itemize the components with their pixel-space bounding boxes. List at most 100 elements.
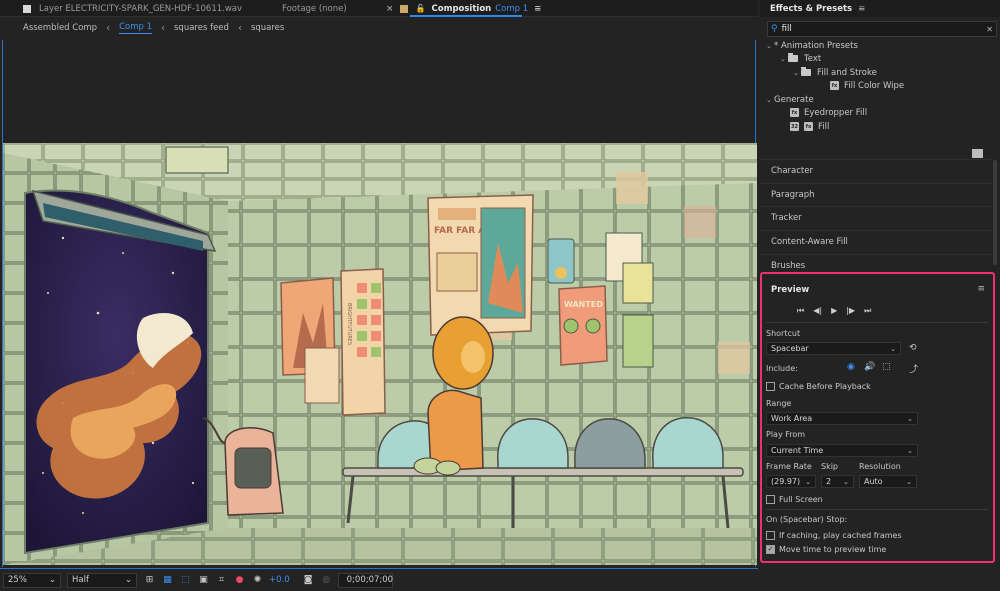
checkbox-box[interactable] [766, 381, 775, 391]
chevron-down-icon: ⌄ [805, 477, 811, 486]
show-snapshot-icon: ◍ [322, 575, 331, 585]
breadcrumb-assembled-comp[interactable]: Assembled Comp [23, 23, 97, 33]
shortcut-select[interactable]: Spacebar ⌄ [766, 342, 901, 355]
tree-item-generate[interactable]: ⌄ Generate [766, 93, 814, 106]
previous-frame-icon[interactable]: ◀| [813, 306, 822, 316]
move-time-checkbox[interactable]: ✓ Move time to preview time [766, 543, 886, 555]
if-caching-checkbox[interactable]: If caching, play cached frames [766, 529, 902, 541]
color-channels-icon[interactable]: ● [233, 574, 246, 587]
breadcrumb-squares[interactable]: squares [251, 23, 284, 33]
waiting-room-illustration: FAR FAR AWAY BRIGHTFUTURES WANTED [3, 143, 757, 565]
poster-side-tiles: BRIGHTFUTURES [340, 268, 386, 416]
next-frame-icon[interactable]: |▶ [846, 306, 855, 316]
composition-icon [399, 4, 408, 13]
transparency-grid-icon[interactable]: ▦ [161, 574, 174, 587]
composition-viewer-panel: Layer ELECTRICITY-SPARK_GEN-HDF-10611.wa… [0, 0, 758, 591]
viewer-toolbar: 25% ⌄ Half ⌄ ⊞ ▦ ⬚ ▣ ⌗ ● ✺ +0.0 ◙ ◍ 0;00… [0, 568, 758, 591]
include-video-icon[interactable]: ◉ [847, 362, 855, 372]
play-from-select[interactable]: Current Time ⌄ [766, 444, 918, 457]
chevron-down-icon: ⌄ [124, 575, 132, 585]
poster-far-far-away: FAR FAR AWAY [427, 194, 534, 336]
flyer [304, 347, 340, 404]
range-select[interactable]: Work Area ⌄ [766, 412, 918, 425]
right-panel-stack: Effects & Presets ≡ ⚲ fill ✕ ⌄ * Animati… [760, 0, 1000, 591]
composition-artwork[interactable]: FAR FAR AWAY BRIGHTFUTURES WANTED [3, 143, 757, 565]
folder-icon [788, 53, 798, 62]
camera-icon[interactable]: ◙ [302, 574, 315, 587]
panel-menu-icon[interactable]: ≡ [858, 4, 865, 14]
include-label: Include: [766, 364, 798, 373]
breadcrumb-comp-1[interactable]: Comp 1 [119, 22, 152, 34]
resolution-select[interactable]: Auto ⌄ [859, 475, 917, 488]
include-overlays-icon[interactable]: ⬚ [882, 362, 891, 372]
chevron-left-icon: ‹ [237, 22, 242, 34]
on-stop-label: On (Spacebar) Stop: [766, 515, 848, 524]
skip-select[interactable]: 2 ⌄ [821, 475, 854, 488]
panel-content-aware-fill[interactable]: Content-Aware Fill [760, 230, 992, 253]
panel-menu-icon[interactable]: ≡ [977, 284, 985, 294]
clear-search-icon[interactable]: ✕ [986, 25, 993, 34]
tab-footage[interactable]: Footage (none) [282, 0, 347, 17]
range-label: Range [766, 399, 792, 408]
tree-item-eyedropper-fill[interactable]: fx Eyedropper Fill [790, 106, 867, 119]
tree-item-fill-and-stroke[interactable]: ⌄ Fill and Stroke [793, 66, 877, 79]
full-screen-checkbox[interactable]: Full Screen [766, 493, 823, 505]
panel-paragraph[interactable]: Paragraph [760, 183, 992, 206]
last-frame-icon[interactable]: ⏭ [864, 306, 871, 316]
reset-icon[interactable]: ⟲ [909, 343, 917, 353]
checkbox-box[interactable] [766, 494, 775, 504]
chevron-down-icon: ⌄ [906, 477, 912, 486]
tree-item-fill-color-wipe[interactable]: fx Fill Color Wipe [830, 79, 904, 92]
twirl-open-icon[interactable]: ⌄ [766, 42, 772, 50]
tree-item-animation-presets[interactable]: ⌄ * Animation Presets [766, 39, 858, 52]
effects-search-input[interactable]: ⚲ fill ✕ [767, 21, 997, 37]
chevron-down-icon: ⌄ [907, 446, 913, 455]
tree-item-fill[interactable]: 32 fx Fill [790, 120, 829, 133]
breadcrumb-squares-feed[interactable]: squares feed [174, 23, 229, 33]
current-time-display[interactable]: 0;00;07;00 [337, 572, 393, 588]
chevron-down-icon: ⌄ [48, 575, 56, 585]
divider [766, 509, 988, 510]
tab-menu-icon[interactable]: ≡ [534, 4, 541, 14]
export-icon[interactable]: ⤴ [909, 362, 918, 375]
effect-icon: 32 [790, 122, 799, 131]
zoom-select[interactable]: 25% ⌄ [3, 572, 61, 588]
mask-visibility-icon[interactable]: ⬚ [179, 574, 192, 587]
chevron-down-icon: ⌄ [843, 477, 849, 486]
checkbox-box[interactable]: ✓ [766, 544, 775, 554]
play-icon[interactable]: ▶ [831, 306, 837, 316]
lock-icon[interactable]: 🔓 [416, 4, 426, 13]
composition-canvas[interactable]: FAR FAR AWAY BRIGHTFUTURES WANTED [2, 40, 757, 567]
tab-layer[interactable]: Layer ELECTRICITY-SPARK_GEN-HDF-10611.wa… [23, 0, 242, 17]
twirl-open-icon[interactable]: ⌄ [793, 69, 799, 77]
first-frame-icon[interactable]: ⏮ [797, 306, 804, 316]
panel-character[interactable]: Character [760, 159, 992, 182]
resolution-label: Resolution [859, 462, 901, 471]
new-folder-icon[interactable] [972, 149, 983, 158]
resolution-select[interactable]: Half ⌄ [67, 572, 137, 588]
chevron-down-icon: ⌄ [890, 344, 896, 353]
close-icon[interactable]: × [386, 4, 394, 14]
poster-wanted: WANTED [558, 285, 608, 366]
color-management-icon[interactable]: ✺ [251, 574, 264, 587]
exposure-value[interactable]: +0.0 [269, 575, 290, 585]
cache-before-playback-checkbox[interactable]: Cache Before Playback [766, 380, 871, 392]
panel-scrollbar[interactable] [993, 160, 997, 265]
ceiling-vent [165, 146, 229, 174]
frame-rate-select[interactable]: (29.97) ⌄ [766, 475, 816, 488]
fast-previews-icon[interactable]: ⊞ [143, 574, 156, 587]
region-of-interest-icon[interactable]: ▣ [197, 574, 210, 587]
effects-presets-panel-header: Effects & Presets ≡ [760, 0, 1000, 17]
search-icon[interactable]: ⚲ [771, 24, 778, 34]
panel-tracker[interactable]: Tracker [760, 206, 992, 229]
twirl-open-icon[interactable]: ⌄ [780, 55, 786, 63]
checkbox-box[interactable] [766, 530, 775, 540]
grid-guides-icon[interactable]: ⌗ [215, 574, 228, 587]
tree-item-text[interactable]: ⌄ Text [780, 52, 821, 65]
svg-text:WANTED: WANTED [564, 300, 603, 309]
include-audio-icon[interactable]: 🔊 [864, 362, 875, 372]
twirl-open-icon[interactable]: ⌄ [766, 96, 772, 104]
preview-title: Preview [771, 285, 810, 295]
active-tab-indicator [410, 15, 522, 17]
breadcrumb: Assembled Comp ‹ Comp 1 ‹ squares feed ‹… [0, 18, 758, 38]
